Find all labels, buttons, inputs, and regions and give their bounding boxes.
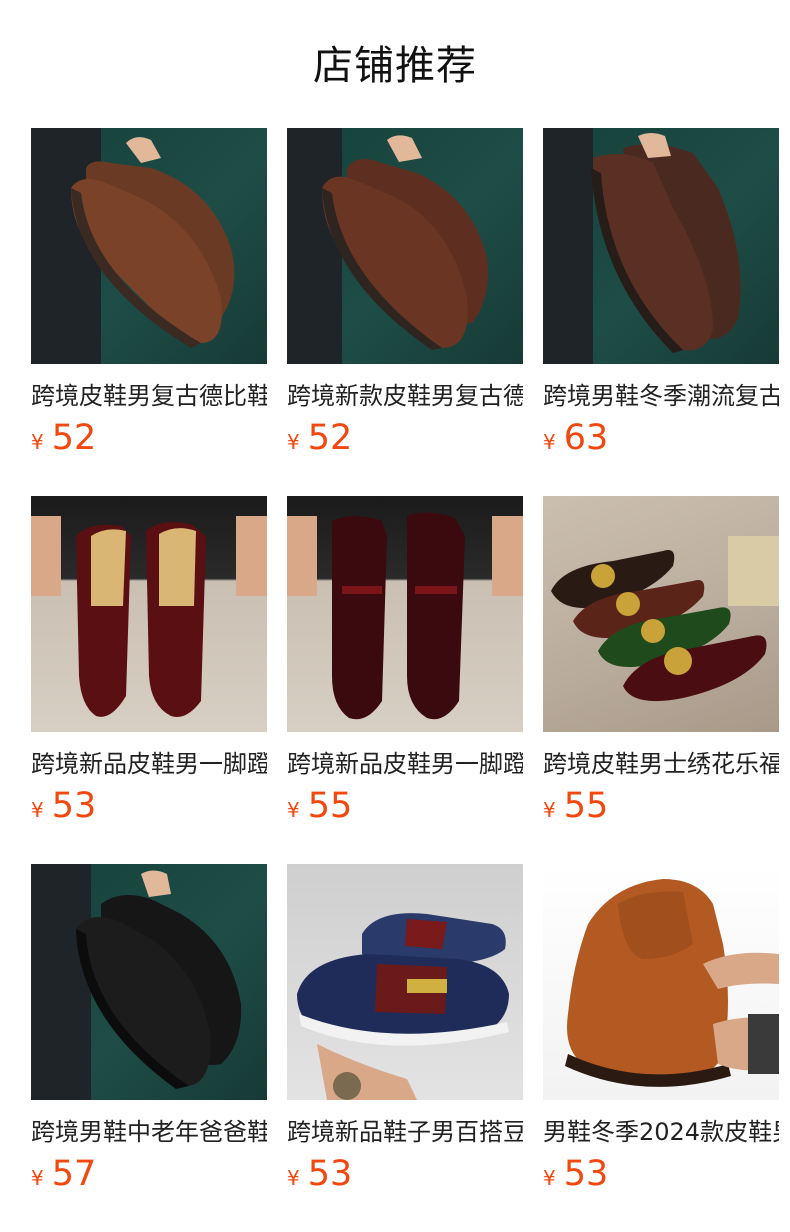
product-image[interactable] xyxy=(543,496,779,732)
product-card[interactable]: 跨境新款皮鞋男复古德比 ¥52 xyxy=(287,128,523,458)
product-price: ¥55 xyxy=(543,786,779,826)
product-price: ¥53 xyxy=(31,786,267,826)
product-image[interactable] xyxy=(287,496,523,732)
product-name[interactable]: 跨境新品鞋子男百搭豆 xyxy=(287,1117,523,1147)
product-card[interactable]: 跨境新品皮鞋男一脚蹬 ¥55 xyxy=(287,496,523,826)
product-image[interactable] xyxy=(31,128,267,364)
product-image[interactable] xyxy=(543,128,779,364)
price-value: 53 xyxy=(307,1154,353,1194)
price-value: 55 xyxy=(307,786,353,826)
product-card[interactable]: 跨境皮鞋男复古德比鞋 ¥52 xyxy=(31,128,267,458)
product-price: ¥55 xyxy=(287,786,523,826)
product-name[interactable]: 跨境新品皮鞋男一脚蹬 xyxy=(31,749,267,779)
currency-symbol: ¥ xyxy=(543,798,556,822)
price-value: 52 xyxy=(307,418,353,458)
price-value: 55 xyxy=(563,786,609,826)
product-name[interactable]: 跨境新品皮鞋男一脚蹬 xyxy=(287,749,523,779)
product-image[interactable] xyxy=(31,864,267,1100)
price-value: 53 xyxy=(51,786,97,826)
product-name[interactable]: 跨境皮鞋男士绣花乐福 xyxy=(543,749,779,779)
section-title: 店铺推荐 xyxy=(313,43,477,89)
product-image[interactable] xyxy=(543,864,779,1100)
product-name[interactable]: 跨境男鞋中老年爸爸鞋 xyxy=(31,1117,267,1147)
product-price: ¥53 xyxy=(287,1154,523,1194)
product-price: ¥53 xyxy=(543,1154,779,1194)
currency-symbol: ¥ xyxy=(31,798,44,822)
product-price: ¥52 xyxy=(31,418,267,458)
currency-symbol: ¥ xyxy=(31,430,44,454)
product-card[interactable]: 跨境皮鞋男士绣花乐福 ¥55 xyxy=(543,496,779,826)
currency-symbol: ¥ xyxy=(287,1166,300,1190)
price-value: 57 xyxy=(51,1154,97,1194)
product-name[interactable]: 跨境新款皮鞋男复古德比 xyxy=(287,381,523,411)
price-value: 52 xyxy=(51,418,97,458)
currency-symbol: ¥ xyxy=(287,430,300,454)
product-image[interactable] xyxy=(287,128,523,364)
product-name[interactable]: 男鞋冬季2024款皮鞋男 xyxy=(543,1117,779,1147)
product-name[interactable]: 跨境男鞋冬季潮流复古 xyxy=(543,381,779,411)
product-price: ¥63 xyxy=(543,418,779,458)
product-image[interactable] xyxy=(287,864,523,1100)
product-card[interactable]: 跨境男鞋冬季潮流复古 ¥63 xyxy=(543,128,779,458)
currency-symbol: ¥ xyxy=(543,430,556,454)
currency-symbol: ¥ xyxy=(287,798,300,822)
currency-symbol: ¥ xyxy=(31,1166,44,1190)
product-card[interactable]: 跨境新品皮鞋男一脚蹬 ¥53 xyxy=(31,496,267,826)
currency-symbol: ¥ xyxy=(543,1166,556,1190)
product-name[interactable]: 跨境皮鞋男复古德比鞋 xyxy=(31,381,267,411)
product-card[interactable]: 男鞋冬季2024款皮鞋男 ¥53 xyxy=(543,864,779,1194)
product-card[interactable]: 跨境新品鞋子男百搭豆 ¥53 xyxy=(287,864,523,1194)
product-price: ¥57 xyxy=(31,1154,267,1194)
product-price: ¥52 xyxy=(287,418,523,458)
price-value: 63 xyxy=(563,418,609,458)
product-card[interactable]: 跨境男鞋中老年爸爸鞋 ¥57 xyxy=(31,864,267,1194)
product-image[interactable] xyxy=(31,496,267,732)
price-value: 53 xyxy=(563,1154,609,1194)
